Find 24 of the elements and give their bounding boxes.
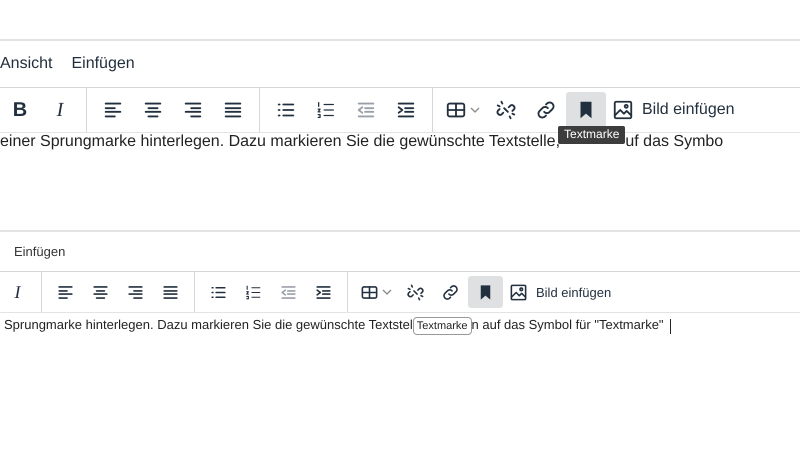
menu-item[interactable]: Einfügen (14, 244, 66, 259)
insert-image-button[interactable]: Bild einfügen (503, 276, 618, 308)
insert-image-button[interactable]: Bild einfügen (606, 92, 741, 128)
tooltip: Textmarke (558, 126, 626, 144)
image-icon (612, 99, 634, 121)
body-text: n auf das Symbol für "Textmarke" (472, 317, 664, 332)
body-text: uf das Symbo (625, 133, 724, 151)
bold-button[interactable]: B (0, 92, 40, 128)
body-text: einer Sprungmarke hinterlegen. Dazu markieren Sie die gewünschte Textstelle, (0, 133, 560, 151)
link-icon (441, 282, 460, 302)
body-text: Sprungmarke hinterlegen. Dazu markieren Sie die gewünschte Textstel (4, 317, 413, 332)
numbered-list-icon (315, 99, 337, 121)
tooltip: Textmarke (412, 317, 472, 335)
menu-item[interactable]: Einfügen (71, 55, 135, 73)
broken-link-icon (495, 99, 517, 121)
menu-item[interactable]: Ansicht (0, 55, 52, 73)
bookmark-button[interactable] (566, 92, 606, 128)
broken-link-icon (406, 282, 425, 302)
link-icon (535, 99, 557, 121)
numbered-list-icon (244, 282, 263, 302)
italic-button[interactable]: I (40, 92, 80, 128)
bookmark-button[interactable] (468, 276, 503, 308)
italic-button[interactable]: I (0, 276, 35, 308)
image-icon (509, 282, 528, 302)
